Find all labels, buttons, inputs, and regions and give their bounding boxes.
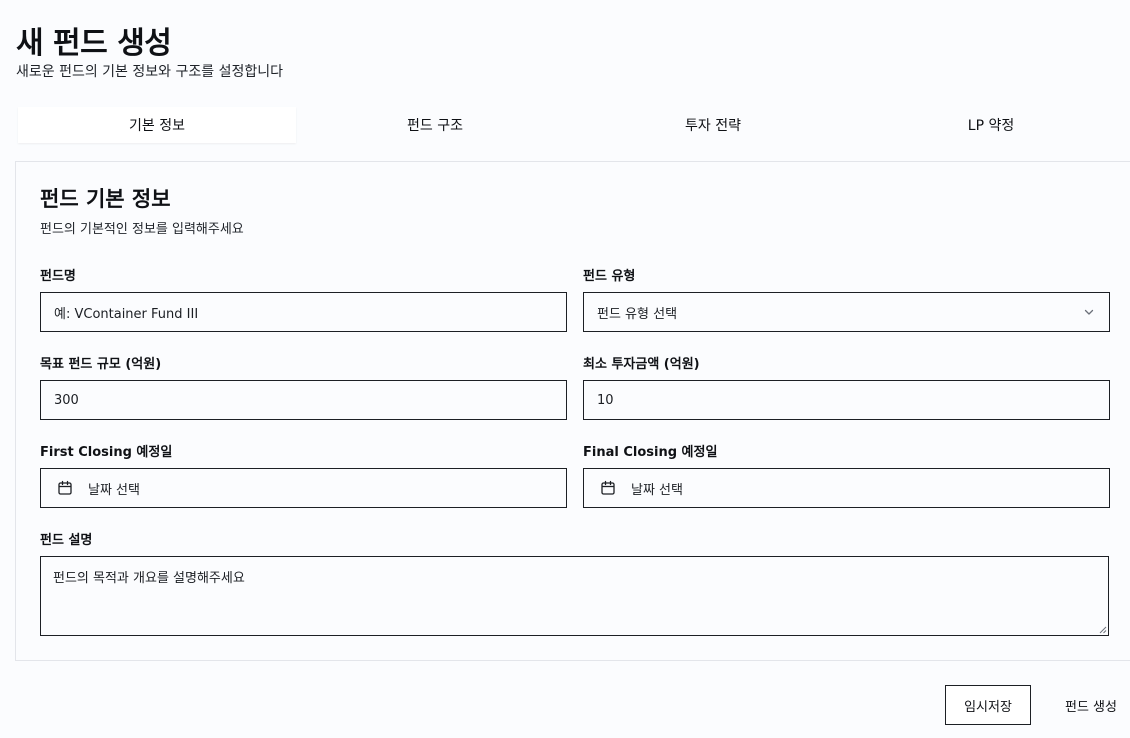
fund-basic-info-card: 펀드 기본 정보 펀드의 기본적인 정보를 입력해주세요 펀드명 예: VCon… [15, 161, 1130, 661]
target-size-input[interactable]: 300 [40, 380, 567, 420]
tab-fund-structure[interactable]: 펀드 구조 [296, 107, 574, 143]
fund-name-input[interactable]: 예: VContainer Fund III [40, 292, 567, 332]
fund-description-label: 펀드 설명 [40, 533, 93, 548]
tab-basic-info[interactable]: 기본 정보 [18, 107, 296, 143]
tab-lp-commitment[interactable]: LP 약정 [852, 107, 1130, 143]
min-investment-label: 최소 투자금액 (억원) [583, 357, 700, 372]
min-investment-value: 10 [597, 392, 614, 408]
create-fund-button[interactable]: 펀드 생성 [1052, 685, 1130, 725]
fund-type-label: 펀드 유형 [583, 269, 636, 284]
final-closing-label: Final Closing 예정일 [583, 445, 718, 460]
first-closing-date-picker[interactable]: 날짜 선택 [40, 468, 567, 508]
create-fund-page: 새 펀드 생성 새로운 펀드의 기본 정보와 구조를 설정합니다 기본 정보 펀… [0, 0, 1130, 738]
final-closing-date-picker[interactable]: 날짜 선택 [583, 468, 1110, 508]
fund-description-placeholder: 펀드의 목적과 개요를 설명해주세요 [53, 571, 245, 586]
tab-investment-strategy[interactable]: 투자 전략 [574, 107, 852, 143]
first-closing-value: 날짜 선택 [88, 482, 140, 498]
min-investment-input[interactable]: 10 [583, 380, 1110, 420]
page-subtitle: 새로운 펀드의 기본 정보와 구조를 설정합니다 [16, 64, 283, 80]
resize-handle-icon[interactable] [1099, 626, 1107, 634]
card-description: 펀드의 기본적인 정보를 입력해주세요 [40, 222, 244, 237]
first-closing-label: First Closing 예정일 [40, 445, 173, 460]
fund-description-textarea[interactable]: 펀드의 목적과 개요를 설명해주세요 [40, 556, 1109, 636]
fund-name-label: 펀드명 [40, 269, 76, 284]
save-draft-button[interactable]: 임시저장 [945, 685, 1031, 725]
chevron-down-icon [1084, 309, 1094, 315]
fund-type-select[interactable]: 펀드 유형 선택 [583, 292, 1110, 332]
target-size-value: 300 [54, 392, 79, 408]
final-closing-value: 날짜 선택 [631, 482, 683, 498]
calendar-icon [601, 480, 615, 495]
fund-name-placeholder: 예: VContainer Fund III [54, 306, 199, 322]
card-title: 펀드 기본 정보 [40, 187, 171, 211]
target-size-label: 목표 펀드 규모 (억원) [40, 357, 162, 372]
calendar-icon [58, 480, 72, 495]
page-title: 새 펀드 생성 [16, 26, 172, 61]
fund-type-value: 펀드 유형 선택 [597, 306, 678, 322]
tab-bar: 기본 정보 펀드 구조 투자 전략 LP 약정 [18, 107, 1130, 143]
